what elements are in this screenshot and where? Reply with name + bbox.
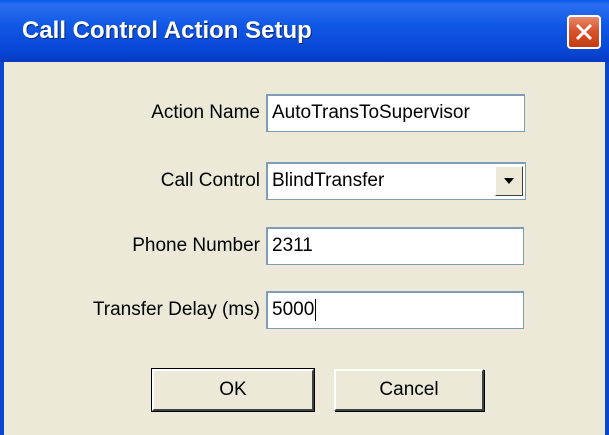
phone-number-input[interactable]: 2311 <box>266 227 524 265</box>
close-icon <box>575 23 593 41</box>
title-bar[interactable]: Call Control Action Setup <box>0 0 609 62</box>
dropdown-arrow-icon <box>504 178 514 184</box>
call-control-value: BlindTransfer <box>272 170 385 191</box>
window-title: Call Control Action Setup <box>22 17 312 44</box>
dialog-window: Call Control Action Setup Action Name Au… <box>0 0 609 435</box>
dropdown-arrow-button[interactable] <box>495 166 523 196</box>
phone-number-label: Phone Number <box>132 235 260 256</box>
action-name-input[interactable]: AutoTransToSupervisor <box>266 94 525 132</box>
cancel-button[interactable]: Cancel <box>334 369 484 411</box>
transfer-delay-input[interactable]: 5000 <box>266 291 524 329</box>
text-caret <box>315 298 317 321</box>
window-border-right <box>605 62 609 435</box>
transfer-delay-label: Transfer Delay (ms) <box>92 299 260 320</box>
close-button[interactable] <box>567 15 601 49</box>
ok-button[interactable]: OK <box>151 368 315 412</box>
phone-number-value: 2311 <box>272 235 313 256</box>
call-control-select[interactable]: BlindTransfer <box>266 162 526 200</box>
action-name-value: AutoTransToSupervisor <box>272 102 470 123</box>
action-name-label: Action Name <box>151 102 260 123</box>
call-control-label: Call Control <box>160 170 260 191</box>
transfer-delay-value: 5000 <box>272 299 315 320</box>
window-border-left <box>0 62 4 435</box>
